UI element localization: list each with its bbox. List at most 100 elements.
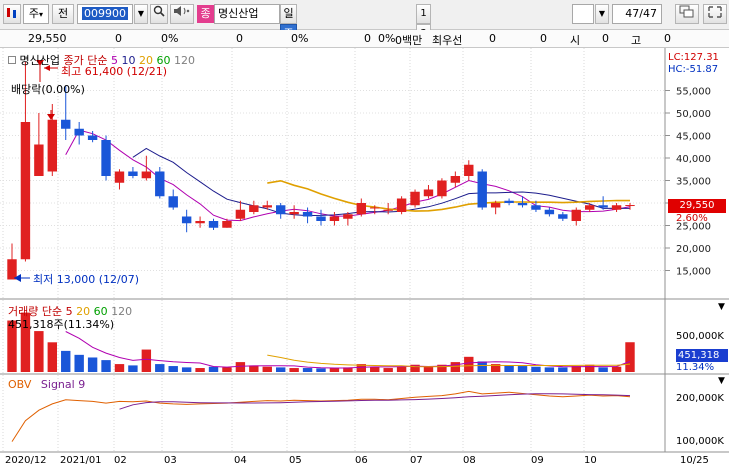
price-axis-label: 20,000: [676, 244, 711, 255]
volume-bar: [302, 368, 313, 372]
candle-body: [208, 221, 219, 228]
search-icon[interactable]: [150, 4, 168, 24]
high-note: 최고 61,400 (12/21): [61, 65, 168, 78]
volume-bar: [464, 356, 474, 372]
panel-menu-icon[interactable]: ▼: [718, 376, 725, 386]
candle-body: [598, 205, 608, 208]
low-note: 최저 13,000 (12/07): [33, 273, 140, 286]
dropdown-icon[interactable]: ▼: [595, 4, 609, 24]
candle-body: [61, 119, 71, 129]
volume-bar: [584, 364, 595, 372]
candle-body: [249, 205, 259, 212]
volume-bar: [114, 364, 125, 372]
candle-body: [571, 209, 581, 221]
candle-body: [504, 200, 514, 203]
price-axis-label: 50,000: [676, 109, 711, 120]
volume-bar: [370, 366, 380, 372]
volume-bar: [262, 366, 272, 372]
open-label: 시: [570, 34, 581, 47]
priority-value: 0: [489, 32, 496, 45]
candle-body: [464, 164, 474, 176]
candle-body: [423, 189, 434, 197]
candle-body: [370, 207, 380, 209]
candle-body: [141, 171, 152, 179]
volume-bar: [316, 368, 326, 372]
toolbar: 주▾ 전 009900 ▼ 종 명신산업 일주월년분초틱 13510203060…: [0, 0, 729, 164]
hc-value: HC:-51.87: [668, 64, 719, 75]
interval-button-1[interactable]: 1: [416, 4, 431, 24]
volume-bar: [477, 361, 487, 372]
cascade-icon[interactable]: [675, 4, 699, 24]
last-price-tag: 29,550: [668, 199, 726, 213]
volume-ma-period-120: 120: [111, 305, 133, 318]
date-label: 10: [584, 455, 597, 466]
stock-name-field[interactable]: 명신산업: [214, 4, 280, 24]
period-tabs: 일주월년분초틱: [280, 4, 297, 144]
candle-body: [558, 214, 568, 219]
candle-body: [437, 180, 447, 197]
chart-type-icon[interactable]: [3, 4, 21, 24]
candle-body: [450, 176, 461, 183]
volume-bar: [101, 360, 111, 372]
page-counter: 47/47: [612, 4, 662, 24]
last-price-pct: 2.60%: [676, 213, 708, 224]
date-label: 05: [289, 455, 302, 466]
period-tab-0[interactable]: 일: [280, 4, 297, 24]
candle-body: [611, 205, 622, 210]
volume-bar: [61, 350, 71, 372]
date-label: 09: [531, 455, 544, 466]
volume-bar: [208, 366, 219, 372]
candle-body: [410, 191, 420, 206]
candle-body: [329, 216, 340, 221]
field-value: 0: [236, 32, 243, 45]
high-value: 0: [664, 32, 671, 45]
view-button[interactable]: 전: [52, 4, 74, 24]
mode-select[interactable]: 주▾: [23, 4, 49, 24]
code-input[interactable]: 009900: [77, 4, 133, 24]
speaker-icon[interactable]: [170, 4, 194, 24]
volume-bar: [450, 362, 461, 372]
interval-buttons: 13510203060120: [416, 4, 438, 164]
volume-bar: [544, 367, 555, 372]
candle-body: [625, 205, 635, 207]
volume-bar: [275, 367, 286, 372]
candle-body: [128, 171, 138, 176]
candle-body: [20, 122, 31, 260]
candle-body: [181, 216, 192, 224]
candle-body: [383, 209, 393, 211]
candle-body: [168, 196, 178, 208]
dropdown-icon[interactable]: ▼: [134, 4, 148, 24]
obv-title: OBV: [8, 378, 32, 391]
obv-axis-tick: 200,000K: [676, 393, 724, 404]
panel-menu-icon[interactable]: ▼: [718, 302, 725, 312]
volume-bar: [222, 367, 232, 372]
candle-body: [235, 209, 246, 219]
volume-value-note: 451,318주(11.34%): [8, 318, 115, 331]
candle-body: [289, 212, 299, 215]
candle-body: [531, 205, 541, 210]
priority-label: 최우선: [432, 34, 463, 47]
candle-body: [74, 128, 84, 136]
volume-bar: [128, 365, 138, 372]
date-last: 10/25: [680, 455, 709, 466]
open-value: 0: [602, 32, 609, 45]
price-axis-label: 45,000: [676, 132, 711, 143]
price-chart[interactable]: 55,00050,00045,00040,00035,00030,00025,0…: [0, 48, 729, 468]
expand-icon[interactable]: [703, 4, 727, 24]
volume-bar: [531, 366, 541, 372]
candle-body: [7, 259, 17, 280]
date-label: 04: [234, 455, 247, 466]
volume-bar: [329, 368, 340, 372]
obv-signal: Signal 9: [40, 378, 86, 391]
candle-body: [155, 171, 165, 197]
date-label: 06: [355, 455, 368, 466]
volume-bar: [34, 331, 44, 372]
current-price: 29,550: [28, 32, 67, 45]
candle-body: [356, 203, 367, 215]
candle-body: [195, 221, 205, 224]
candle-body: [262, 205, 272, 208]
dividend-note: 배당락(0.00%): [11, 83, 85, 96]
volume-bar: [141, 349, 152, 372]
interval-input[interactable]: [572, 4, 594, 24]
volume-bar: [396, 366, 407, 372]
